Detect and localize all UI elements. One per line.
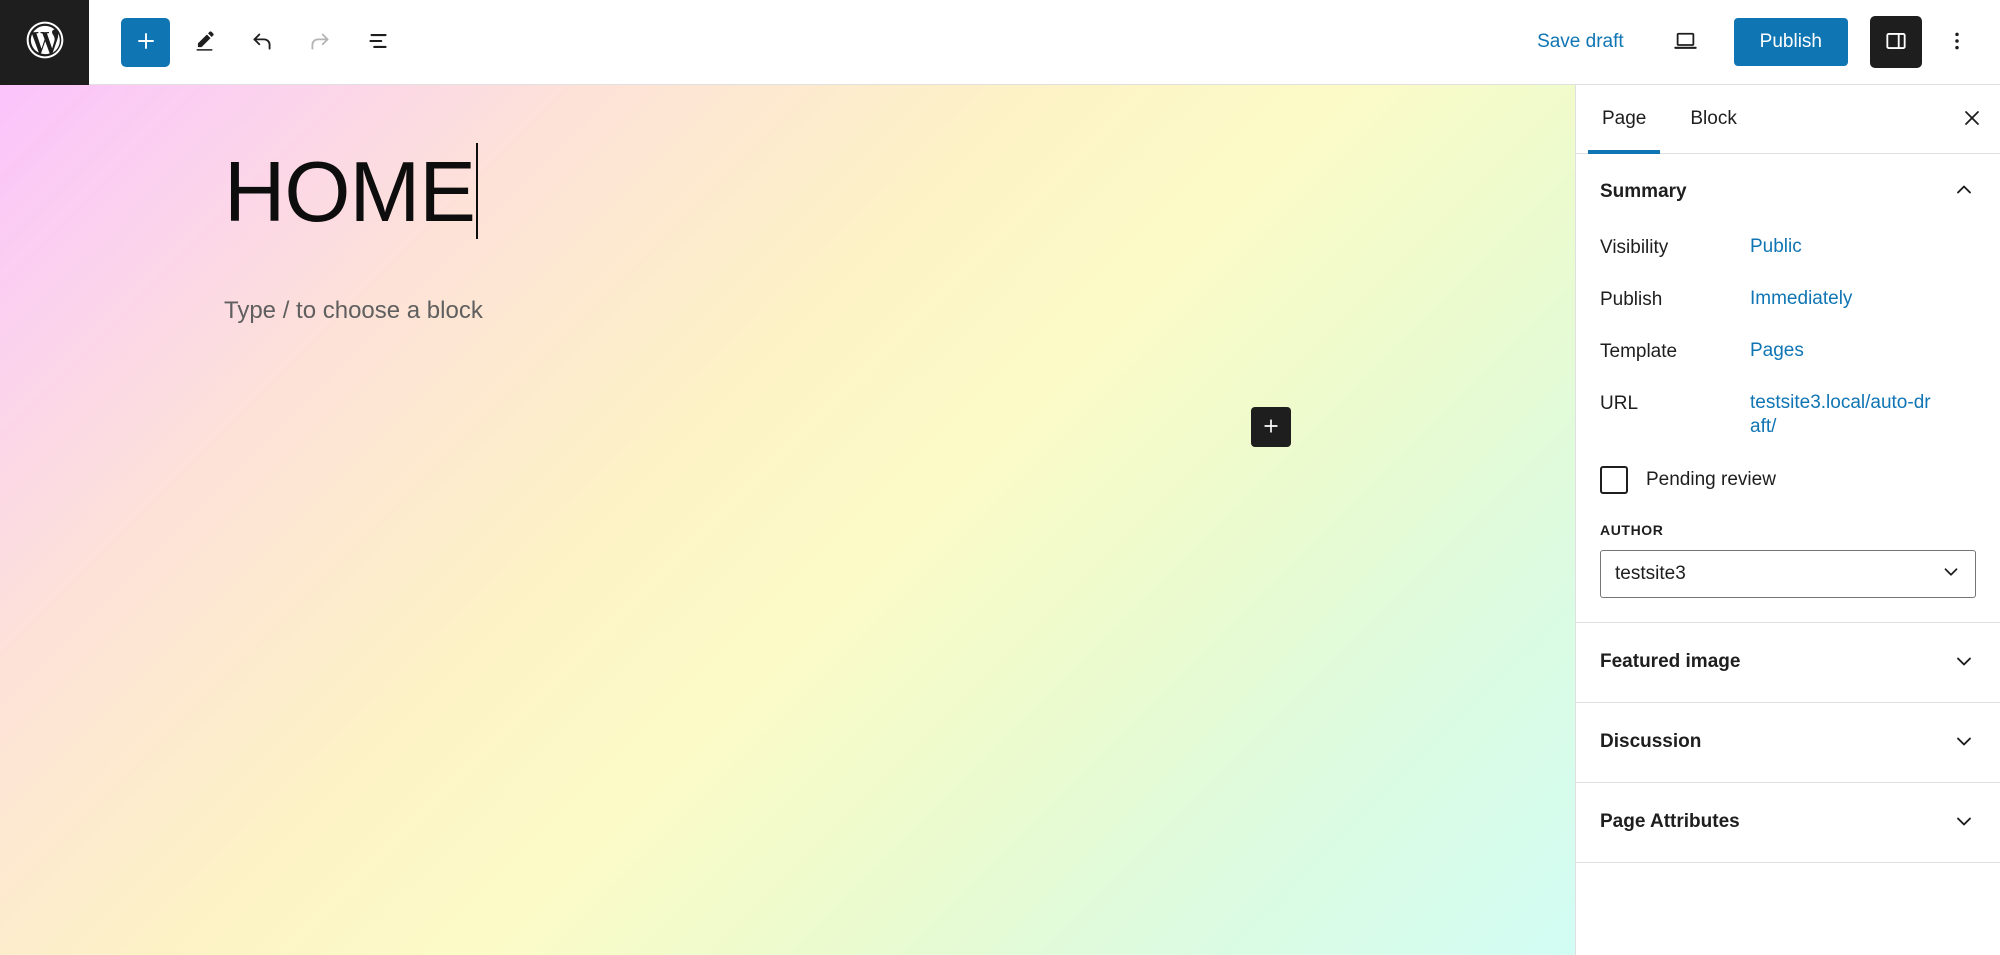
author-select[interactable]: testsite3	[1600, 549, 1976, 598]
redo-arrow-icon	[307, 28, 333, 57]
panel-featured-image-title: Featured image	[1600, 651, 1741, 673]
template-label: Template	[1600, 341, 1678, 362]
panel-page-attributes-title: Page Attributes	[1600, 811, 1740, 833]
text-cursor-caret	[476, 143, 478, 239]
tab-page[interactable]: Page	[1580, 85, 1668, 154]
pending-review-row: Pending review	[1600, 452, 1976, 504]
undo-arrow-icon	[249, 28, 275, 57]
panel-featured-image-header[interactable]: Featured image	[1576, 623, 2000, 702]
close-sidebar-button[interactable]	[1944, 85, 2000, 153]
header-left-tools	[89, 17, 402, 67]
undo-button[interactable]	[238, 18, 286, 66]
settings-sidebar-toggle-button[interactable]	[1870, 16, 1922, 68]
tab-block[interactable]: Block	[1668, 85, 1758, 153]
panel-page-attributes: Page Attributes	[1576, 783, 2000, 863]
pending-review-checkbox[interactable]	[1600, 465, 1628, 494]
plus-icon	[134, 29, 158, 56]
wordpress-block-editor: Save draft Publish HOME Type / to choose…	[0, 0, 2000, 955]
panel-summary-title: Summary	[1600, 180, 1687, 202]
panel-page-attributes-header[interactable]: Page Attributes	[1576, 783, 2000, 862]
desktop-preview-icon	[1672, 27, 1699, 57]
close-x-icon	[1960, 106, 1984, 133]
author-select-wrap: testsite3	[1600, 549, 1976, 598]
pending-review-label[interactable]: Pending review	[1646, 469, 1776, 491]
author-legend: AUTHOR	[1600, 521, 1664, 538]
panel-summary-body: Visibility Public Publish Immediately Te…	[1576, 225, 2000, 622]
more-options-button[interactable]	[1934, 18, 1980, 66]
url-label: URL	[1600, 393, 1639, 414]
summary-row-publish: Publish Immediately	[1600, 277, 1976, 329]
empty-block-placeholder[interactable]: Type / to choose a block	[224, 297, 483, 325]
plus-icon	[1261, 416, 1281, 439]
add-block-button[interactable]	[121, 17, 170, 67]
visibility-value-button[interactable]: Public	[1750, 235, 1802, 259]
summary-row-url: URL testsite3.local/auto-draft/	[1600, 381, 1976, 452]
sidebar-tab-list: Page Block	[1576, 85, 2000, 154]
chevron-up-icon	[1952, 178, 1976, 205]
document-overview-button[interactable]	[354, 18, 402, 66]
chevron-down-icon	[1952, 809, 1976, 836]
page-title-field[interactable]: HOME	[224, 143, 478, 239]
visibility-label: Visibility	[1600, 237, 1669, 258]
panel-discussion: Discussion	[1576, 703, 2000, 783]
url-value-button[interactable]: testsite3.local/auto-draft/	[1750, 391, 1935, 440]
settings-sidebar: Page Block Summary Visibility Public Pub…	[1575, 85, 2000, 955]
list-view-icon	[365, 28, 391, 57]
chevron-down-icon	[1952, 649, 1976, 676]
canvas-add-block-button[interactable]	[1251, 407, 1291, 447]
panel-featured-image: Featured image	[1576, 623, 2000, 703]
save-draft-button[interactable]: Save draft	[1523, 21, 1638, 63]
preview-view-button[interactable]	[1660, 18, 1712, 66]
panel-summary-header[interactable]: Summary	[1576, 154, 2000, 225]
author-field-group: AUTHOR testsite3	[1600, 504, 1976, 598]
wordpress-logo-icon	[23, 18, 67, 67]
publish-value-button[interactable]: Immediately	[1750, 287, 1852, 311]
publish-label: Publish	[1600, 289, 1663, 310]
template-value-button[interactable]: Pages	[1750, 339, 1804, 363]
page-title-text: HOME	[224, 145, 476, 240]
editor-header-toolbar: Save draft Publish	[0, 0, 2000, 85]
three-dots-vertical-icon	[1945, 29, 1969, 56]
pencil-icon	[192, 28, 217, 56]
publish-button[interactable]: Publish	[1733, 18, 1848, 66]
panel-discussion-title: Discussion	[1600, 731, 1702, 753]
panel-discussion-header[interactable]: Discussion	[1576, 703, 2000, 782]
wordpress-logo-button[interactable]	[0, 0, 89, 85]
chevron-down-icon	[1952, 729, 1976, 756]
summary-row-template: Template Pages	[1600, 329, 1976, 381]
editor-canvas[interactable]: HOME Type / to choose a block	[0, 85, 1575, 955]
summary-row-visibility: Visibility Public	[1600, 225, 1976, 277]
sidebar-panel-icon	[1883, 28, 1909, 57]
panel-summary: Summary Visibility Public Publish Immedi…	[1576, 154, 2000, 623]
redo-button[interactable]	[296, 18, 344, 66]
edit-tool-button[interactable]	[180, 18, 228, 66]
header-right-tools: Save draft Publish	[1523, 16, 2000, 68]
